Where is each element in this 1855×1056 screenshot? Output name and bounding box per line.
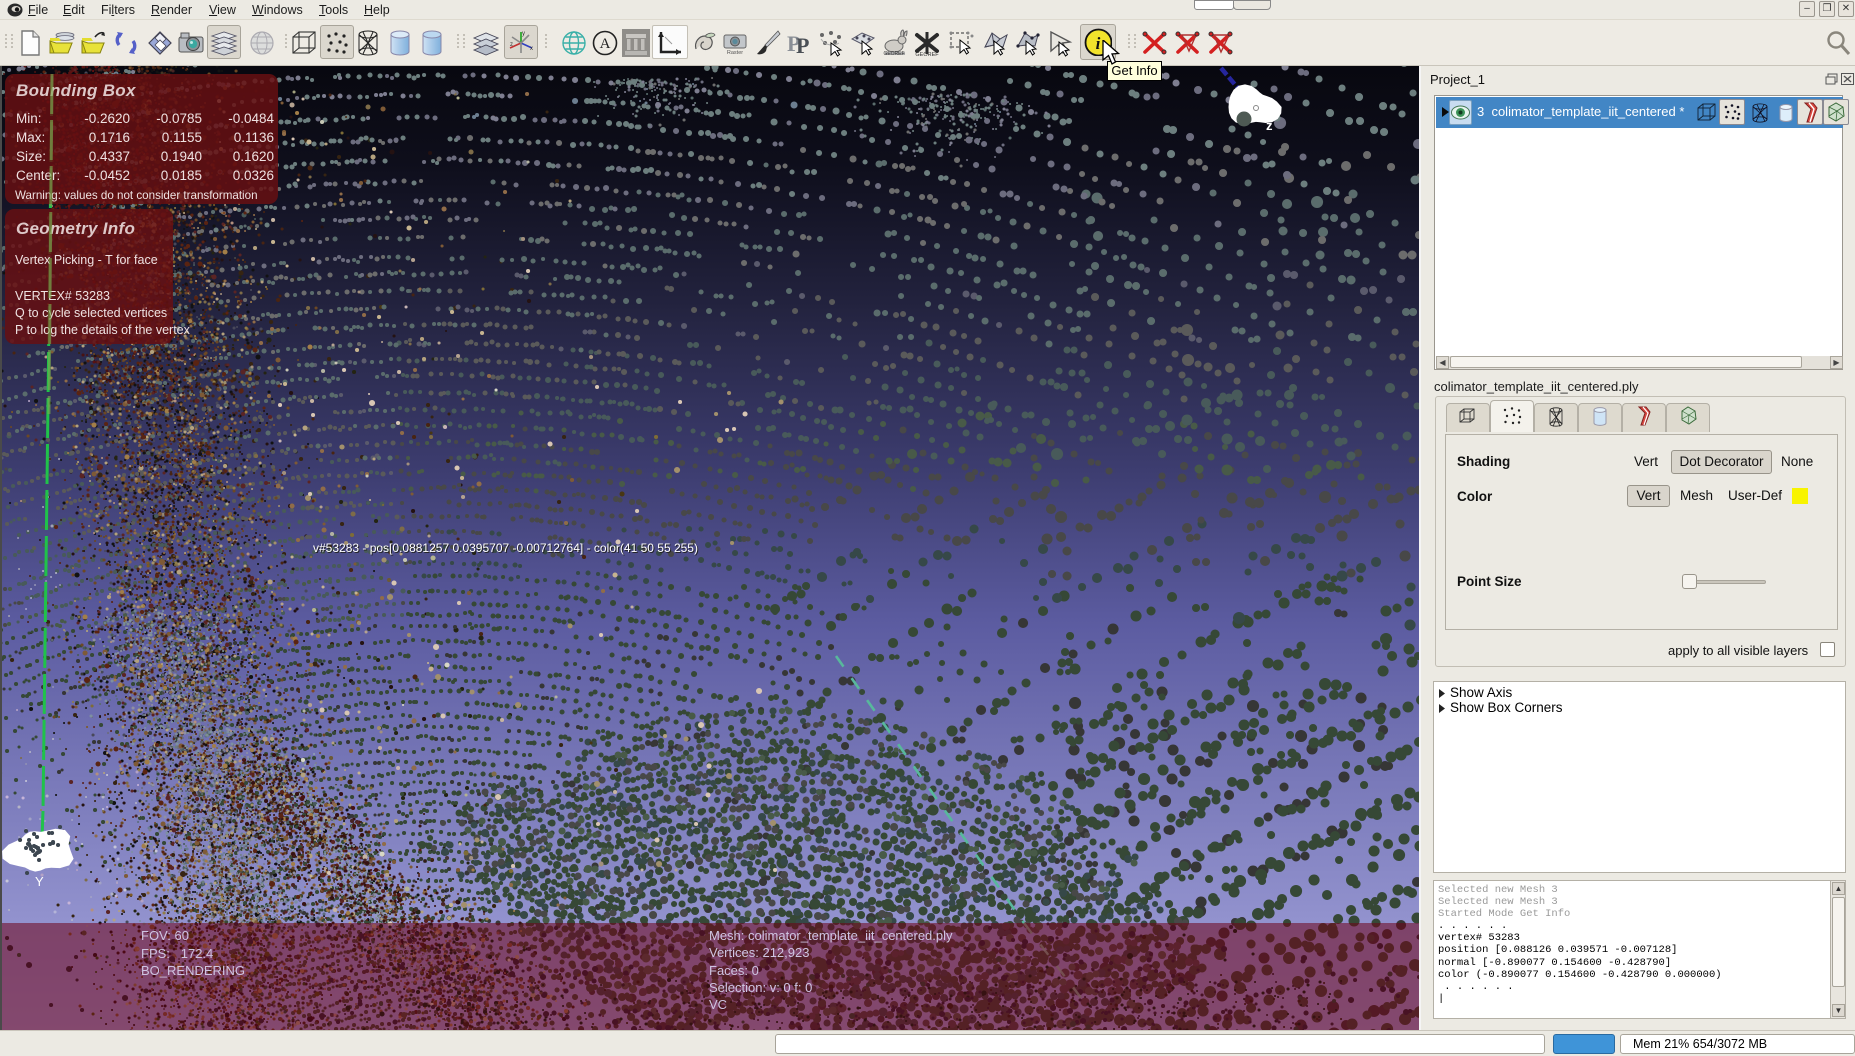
svg-text:z: z	[1266, 118, 1273, 133]
svg-text:P: P	[796, 33, 809, 57]
svg-text:GEOREF: GEOREF	[915, 52, 939, 57]
svg-text:Raster: Raster	[727, 50, 743, 56]
svg-text:GEOREF: GEOREF	[883, 51, 904, 57]
svg-text:y: y	[522, 31, 525, 37]
svg-text:Y: Y	[35, 874, 44, 889]
svg-text:A: A	[600, 36, 611, 52]
svg-text:z: z	[510, 42, 513, 48]
svg-text:x: x	[530, 46, 533, 52]
